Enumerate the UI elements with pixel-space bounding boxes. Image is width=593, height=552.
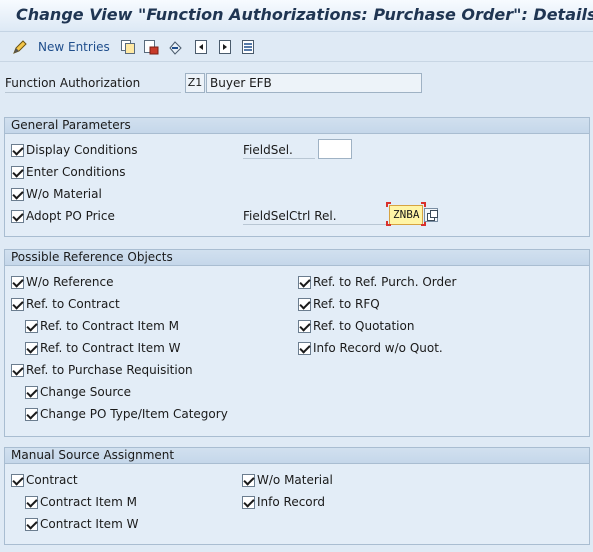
manual-wo-material-check[interactable] [242, 473, 255, 487]
focus-corner-top-right [421, 202, 426, 207]
wo-material-check[interactable] [11, 187, 24, 201]
info-record-wo-quot-label: Info Record w/o Quot. [313, 341, 443, 355]
contract-item-w-checkbox[interactable]: Contract Item W [25, 516, 138, 532]
delete-button[interactable] [143, 39, 159, 55]
contract-item-m-check[interactable] [25, 495, 38, 509]
ref-contract-item-w-label: Ref. to Contract Item W [40, 341, 181, 355]
previous-entry-button[interactable] [193, 39, 209, 55]
ref-purchase-requisition-label: Ref. to Purchase Requisition [26, 363, 193, 377]
function-authorization-label: Function Authorization [5, 76, 181, 93]
change-po-type-checkbox[interactable]: Change PO Type/Item Category [25, 406, 228, 422]
ref-contract-item-w-check[interactable] [25, 341, 38, 355]
manual-wo-material-label: W/o Material [257, 473, 333, 487]
next-entry-button[interactable] [217, 39, 233, 55]
contract-item-w-check[interactable] [25, 517, 38, 531]
info-record-checkbox[interactable]: Info Record [242, 494, 325, 510]
ref-rfq-check[interactable] [298, 297, 311, 311]
display-conditions-check[interactable] [11, 143, 24, 157]
wo-material-label: W/o Material [26, 187, 102, 201]
wo-material-checkbox[interactable]: W/o Material [11, 186, 102, 202]
ref-contract-item-m-check[interactable] [25, 319, 38, 333]
new-entries-button[interactable]: New Entries [12, 39, 110, 55]
enter-conditions-label: Enter Conditions [26, 165, 126, 179]
copy-button[interactable] [120, 39, 136, 55]
contract-item-w-label: Contract Item W [40, 517, 139, 531]
focus-corner-top-left [386, 202, 391, 207]
enter-conditions-check[interactable] [11, 165, 24, 179]
ref-ref-purch-order-checkbox[interactable]: Ref. to Ref. Purch. Order [298, 274, 456, 290]
ref-contract-checkbox[interactable]: Ref. to Contract [11, 296, 120, 312]
undo-icon [167, 39, 183, 55]
application-toolbar: New Entries [0, 33, 593, 62]
ref-purchase-requisition-checkbox[interactable]: Ref. to Purchase Requisition [11, 362, 193, 378]
fieldsel-input[interactable] [318, 139, 352, 159]
manual-source-assignment-title: Manual Source Assignment [5, 448, 589, 464]
possible-reference-objects-title: Possible Reference Objects [5, 250, 589, 266]
wo-reference-checkbox[interactable]: W/o Reference [11, 274, 114, 290]
copy-icon [120, 39, 136, 55]
delete-icon [143, 39, 159, 55]
ref-ref-purch-order-check[interactable] [298, 275, 311, 289]
ref-contract-item-m-checkbox[interactable]: Ref. to Contract Item M [25, 318, 179, 334]
function-authorization-code-field[interactable]: Z1 [185, 73, 205, 93]
ref-quotation-check[interactable] [298, 319, 311, 333]
ref-contract-check[interactable] [11, 297, 24, 311]
ref-contract-item-m-label: Ref. to Contract Item M [40, 319, 179, 333]
change-source-checkbox[interactable]: Change Source [25, 384, 131, 400]
function-authorization-description-field: Buyer EFB [206, 73, 422, 93]
adopt-po-price-label: Adopt PO Price [26, 209, 115, 223]
ref-rfq-checkbox[interactable]: Ref. to RFQ [298, 296, 380, 312]
edit-pencil-icon [12, 39, 28, 55]
adopt-po-price-check[interactable] [11, 209, 24, 223]
info-record-label: Info Record [257, 495, 325, 509]
undo-button[interactable] [167, 39, 183, 55]
contract-check[interactable] [11, 473, 24, 487]
adopt-po-price-checkbox[interactable]: Adopt PO Price [11, 208, 115, 224]
wo-reference-label: W/o Reference [26, 275, 114, 289]
ref-rfq-label: Ref. to RFQ [313, 297, 380, 311]
change-po-type-check[interactable] [25, 407, 38, 421]
general-parameters-title: General Parameters [5, 118, 589, 134]
title-bar: Change View "Function Authorizations: Pu… [0, 0, 593, 32]
ref-quotation-label: Ref. to Quotation [313, 319, 415, 333]
ref-ref-purch-order-label: Ref. to Ref. Purch. Order [313, 275, 457, 289]
new-entries-label: New Entries [38, 40, 110, 54]
ref-contract-item-w-checkbox[interactable]: Ref. to Contract Item W [25, 340, 180, 356]
display-conditions-label: Display Conditions [26, 143, 138, 157]
fieldselctrl-rel-label: FieldSelCtrl Rel. [243, 209, 387, 225]
contract-checkbox[interactable]: Contract [11, 472, 78, 488]
info-record-wo-quot-checkbox[interactable]: Info Record w/o Quot. [298, 340, 443, 356]
display-conditions-checkbox[interactable]: Display Conditions [11, 142, 138, 158]
change-po-type-label: Change PO Type/Item Category [40, 407, 228, 421]
enter-conditions-checkbox[interactable]: Enter Conditions [11, 164, 126, 180]
focus-corner-bottom-left [386, 221, 391, 226]
contract-item-m-label: Contract Item M [40, 495, 137, 509]
ref-quotation-checkbox[interactable]: Ref. to Quotation [298, 318, 414, 334]
info-record-wo-quot-check[interactable] [298, 341, 311, 355]
next-entry-icon [217, 39, 233, 55]
select-all-icon [240, 39, 256, 55]
change-source-label: Change Source [40, 385, 131, 399]
fieldsel-label: FieldSel. [243, 143, 315, 159]
wo-reference-check[interactable] [11, 275, 24, 289]
window-title: Change View "Function Authorizations: Pu… [16, 5, 593, 24]
contract-label: Contract [26, 473, 78, 487]
fieldselctrl-rel-input[interactable]: ZNBA [389, 205, 423, 225]
ref-contract-label: Ref. to Contract [26, 297, 120, 311]
previous-entry-icon [193, 39, 209, 55]
manual-wo-material-checkbox[interactable]: W/o Material [242, 472, 333, 488]
ref-purchase-requisition-check[interactable] [11, 363, 24, 377]
contract-item-m-checkbox[interactable]: Contract Item M [25, 494, 137, 510]
change-source-check[interactable] [25, 385, 38, 399]
value-help-icon[interactable] [424, 208, 438, 222]
select-all-button[interactable] [240, 39, 256, 55]
info-record-check[interactable] [242, 495, 255, 509]
